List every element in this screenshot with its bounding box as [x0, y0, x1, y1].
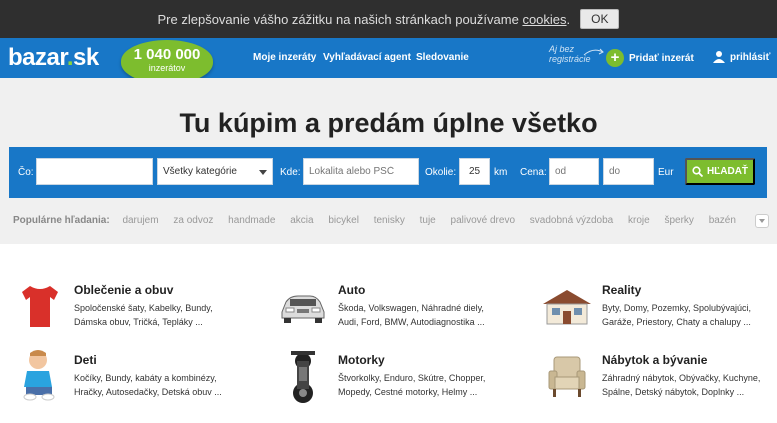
headline-mid: a	[297, 108, 328, 138]
login-button[interactable]: prihlásiť	[712, 50, 770, 64]
popular-tag[interactable]: akcia	[290, 215, 313, 226]
category-motorcycles[interactable]: Motorky Štvorkolky, Enduro, Skútre, Chop…	[338, 353, 578, 399]
popular-tag[interactable]: handmade	[228, 215, 275, 226]
cookie-message: Pre zlepšovanie vášho zážitku na našich …	[157, 11, 519, 27]
ad-counter-label: inzerátov	[148, 63, 186, 73]
popular-tag[interactable]: kroje	[628, 215, 650, 226]
ad-counter-number: 1 040 000	[133, 46, 201, 63]
category-select[interactable]: Všetky kategórie	[157, 158, 273, 185]
add-ad-label: Pridať inzerát	[629, 52, 694, 64]
chevron-down-icon	[259, 170, 267, 175]
category-links-line1: Spoločenské šaty, Kabelky, Bundy,	[74, 303, 213, 313]
category-kids[interactable]: Deti Kočíky, Bundy, kabáty a kombinézy, H…	[74, 353, 314, 399]
popular-tag[interactable]: palivové drevo	[451, 215, 515, 226]
cookie-text: Pre zlepšovanie vášho zážitku na našich …	[158, 12, 571, 27]
popular-searches: Populárne hľadania: darujem za odvoz han…	[13, 215, 748, 226]
nav-search-agent[interactable]: Vyhľadávací agent	[323, 52, 411, 63]
search-button[interactable]: HĽADAŤ	[685, 158, 755, 185]
category-title[interactable]: Motorky	[338, 353, 578, 367]
location-input[interactable]	[303, 158, 419, 185]
category-title[interactable]: Reality	[602, 283, 777, 297]
category-links-line2: Spálne, Detský nábytok, Doplnky ...	[602, 387, 745, 397]
login-label: prihlásiť	[730, 51, 771, 63]
where-label: Kde:	[280, 167, 301, 178]
category-links: Byty, Domy, Pozemky, Spolubývajúci, Garáž…	[602, 301, 762, 329]
headline-buy: kúpim	[217, 108, 298, 138]
category-links: Kočíky, Bundy, kabáty a kombinézy, Hračky…	[74, 371, 234, 399]
price-from-input[interactable]	[549, 158, 599, 185]
cookies-link[interactable]: cookies	[522, 12, 566, 27]
price-to-input[interactable]	[603, 158, 654, 185]
nav-my-ads[interactable]: Moje inzeráty	[253, 52, 316, 63]
category-links-line1: Záhradný nábytok, Obývačky, Kuchyne,	[602, 373, 761, 383]
popular-tag[interactable]: za odvoz	[173, 215, 213, 226]
popular-tag[interactable]: darujem	[122, 215, 158, 226]
category-links-line1: Škoda, Volkswagen, Náhradné diely,	[338, 303, 484, 313]
tshirt-icon	[22, 286, 58, 327]
category-select-value: Všetky kategórie	[163, 166, 237, 177]
logo-tld: sk	[73, 44, 99, 71]
km-label: km	[494, 167, 508, 178]
category-title[interactable]: Oblečenie a obuv	[74, 283, 314, 297]
what-label: Čo:	[18, 167, 34, 178]
headline-pre: Tu	[179, 108, 218, 138]
nav-watchlist[interactable]: Sledovanie	[416, 52, 469, 63]
cookie-ok-button[interactable]: OK	[580, 9, 620, 29]
category-reality[interactable]: Reality Byty, Domy, Pozemky, Spolubývajú…	[602, 283, 777, 329]
plus-icon: +	[606, 49, 624, 67]
category-links-line1: Byty, Domy, Pozemky, Spolubývajúci,	[602, 303, 752, 313]
category-links: Záhradný nábytok, Obývačky, Kuchyne, Spál…	[602, 371, 762, 399]
category-links-line2: Dámska obuv, Tričká, Tepláky ...	[74, 317, 203, 327]
child-icon	[23, 350, 55, 401]
expand-popular-button[interactable]	[755, 214, 769, 228]
cookie-bar: Pre zlepšovanie vášho zážitku na našich …	[0, 0, 777, 38]
search-button-label: HĽADAŤ	[706, 166, 749, 177]
what-input[interactable]	[36, 158, 153, 185]
popular-tag[interactable]: bazén	[709, 215, 736, 226]
logo-main: bazar	[8, 44, 67, 71]
add-ad-button[interactable]: + Pridať inzerát	[606, 49, 694, 67]
category-clothing[interactable]: Oblečenie a obuv Spoločenské šaty, Kabel…	[74, 283, 314, 329]
price-label: Cena:	[520, 167, 547, 178]
search-icon	[692, 166, 703, 177]
category-links-line2: Hračky, Autosedačky, Detská obuv ...	[74, 387, 222, 397]
radius-label: Okolie:	[425, 167, 457, 178]
category-links: Štvorkolky, Enduro, Skútre, Chopper, Mope…	[338, 371, 498, 399]
headline-post: úplne všetko	[425, 108, 598, 138]
eur-label: Eur	[658, 167, 674, 178]
radius-input[interactable]	[459, 158, 490, 185]
category-links-line1: Štvorkolky, Enduro, Skútre, Chopper,	[338, 373, 486, 383]
page-headline: Tu kúpim a predám úplne všetko	[0, 108, 777, 139]
category-auto[interactable]: Auto Škoda, Volkswagen, Náhradné diely, A…	[338, 283, 578, 329]
logo[interactable]: bazar.sk	[8, 44, 99, 72]
category-links: Spoločenské šaty, Kabelky, Bundy, Dámska …	[74, 301, 234, 329]
popular-label: Populárne hľadania:	[13, 215, 110, 226]
cookie-suffix: .	[566, 11, 571, 27]
category-title[interactable]: Nábytok a bývanie	[602, 353, 777, 367]
category-links-line2: Garáže, Priestory, Chaty a chalupy ...	[602, 317, 751, 327]
popular-tag[interactable]: bicykel	[328, 215, 359, 226]
popular-tag[interactable]: šperky	[664, 215, 693, 226]
headline-sell: predám	[327, 108, 426, 138]
category-furniture[interactable]: Nábytok a bývanie Záhradný nábytok, Obýv…	[602, 353, 777, 399]
arrow-icon	[583, 48, 604, 56]
popular-tag[interactable]: tenisky	[374, 215, 405, 226]
category-links-line2: Mopedy, Cestné motorky, Helmy ...	[338, 387, 478, 397]
category-links-line1: Kočíky, Bundy, kabáty a kombinézy,	[74, 373, 217, 383]
popular-tag[interactable]: tuje	[420, 215, 436, 226]
popular-tag[interactable]: svadobná výzdoba	[530, 215, 613, 226]
category-links: Škoda, Volkswagen, Náhradné diely, Audi, …	[338, 301, 498, 329]
category-title[interactable]: Deti	[74, 353, 314, 367]
category-links-line2: Audi, Ford, BMW, Autodiagnostika ...	[338, 317, 485, 327]
user-icon	[713, 51, 725, 63]
category-title[interactable]: Auto	[338, 283, 578, 297]
